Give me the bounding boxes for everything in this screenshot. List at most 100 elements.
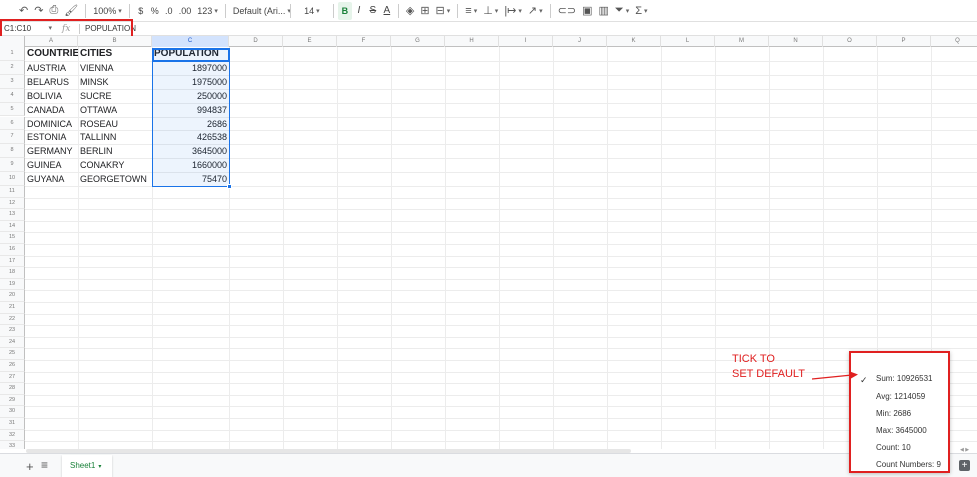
table-cell[interactable]: 426538 (154, 130, 229, 144)
row-header-6[interactable]: 6 (0, 116, 25, 131)
table-cell[interactable]: OTTAWA (80, 103, 152, 117)
row-header-23[interactable]: 23 (0, 325, 25, 337)
vertical-align-icon[interactable]: ⊥ (480, 2, 501, 20)
horizontal-align-icon[interactable]: ≡ (462, 2, 480, 20)
table-cell[interactable]: 994837 (154, 103, 229, 117)
row-header-10[interactable]: 10 (0, 172, 25, 186)
row-header-11[interactable]: 11 (0, 186, 25, 198)
row-header-17[interactable]: 17 (0, 255, 25, 268)
functions-icon[interactable]: Σ (632, 2, 650, 20)
fill-color-icon[interactable]: ◈ (403, 2, 417, 20)
all-sheets-button[interactable]: ≡ (41, 458, 48, 472)
row-header-8[interactable]: 8 (0, 144, 25, 159)
row-header-15[interactable]: 15 (0, 232, 25, 244)
table-cell[interactable]: 2686 (154, 117, 229, 131)
table-cell[interactable]: TALLINN (80, 130, 152, 144)
table-cell[interactable]: GUYANA (27, 172, 78, 186)
row-header-27[interactable]: 27 (0, 371, 25, 384)
column-header-g[interactable]: G (391, 36, 445, 47)
table-cell[interactable]: VIENNA (80, 61, 152, 75)
stat-avg[interactable]: Avg: 1214059 (876, 392, 925, 401)
insert-chart-icon[interactable]: ▥ (595, 2, 611, 20)
row-header-26[interactable]: 26 (0, 360, 25, 372)
row-header-19[interactable]: 19 (0, 278, 25, 291)
row-header-18[interactable]: 18 (0, 267, 25, 279)
row-header-30[interactable]: 30 (0, 406, 25, 418)
table-cell[interactable]: BERLIN (80, 144, 152, 158)
table-cell[interactable]: 75470 (154, 172, 229, 186)
header-cell[interactable]: CITIES (80, 47, 152, 61)
currency-format-button[interactable]: $ (134, 2, 148, 20)
select-all-corner[interactable] (0, 36, 25, 47)
row-header-1[interactable]: 1 (0, 47, 25, 61)
row-header-20[interactable]: 20 (0, 290, 25, 302)
text-wrap-icon[interactable]: |↦ (501, 2, 525, 20)
table-cell[interactable]: AUSTRIA (27, 61, 78, 75)
column-header-p[interactable]: P (877, 36, 931, 47)
increase-decimal-button[interactable]: .00 (176, 2, 195, 20)
header-cell[interactable]: COUNTRIES (27, 47, 78, 61)
column-header-o[interactable]: O (823, 36, 877, 47)
row-header-7[interactable]: 7 (0, 130, 25, 145)
row-header-21[interactable]: 21 (0, 302, 25, 314)
table-cell[interactable]: 3645000 (154, 144, 229, 158)
table-cell[interactable]: CANADA (27, 103, 78, 117)
undo-icon[interactable]: ↶ (16, 2, 31, 20)
zoom-select[interactable]: 100% (90, 2, 125, 20)
row-header-22[interactable]: 22 (0, 313, 25, 326)
column-header-n[interactable]: N (769, 36, 823, 47)
italic-button[interactable]: I (352, 2, 366, 20)
column-header-l[interactable]: L (661, 36, 715, 47)
column-header-c[interactable]: C (152, 36, 229, 47)
row-header-33[interactable]: 33 (0, 441, 25, 449)
paint-format-icon[interactable]: 🖌︎ (61, 2, 81, 20)
decrease-decimal-button[interactable]: .0 (162, 2, 176, 20)
spreadsheet-grid[interactable]: ABCDEFGHIJKLMNOPQ 1 2 3 4 5 6 7 8 9 10 11 12 13 14 15 1… (0, 36, 977, 449)
column-header-i[interactable]: I (499, 36, 553, 47)
font-select[interactable]: Default (Ari... (230, 2, 286, 20)
text-rotation-icon[interactable]: ↗ (525, 2, 546, 20)
table-cell[interactable]: 1660000 (154, 158, 229, 172)
row-header-13[interactable]: 13 (0, 209, 25, 221)
row-header-28[interactable]: 28 (0, 383, 25, 395)
column-header-a[interactable]: A (25, 36, 78, 47)
row-header-4[interactable]: 4 (0, 88, 25, 103)
add-sheet-button[interactable]: + (26, 459, 34, 474)
filter-icon[interactable]: ⏷ (612, 2, 632, 20)
sheet-tab-sheet1[interactable]: Sheet1 ▾ (62, 455, 112, 477)
row-header-14[interactable]: 14 (0, 220, 25, 233)
row-header-24[interactable]: 24 (0, 336, 25, 349)
table-cell[interactable]: ESTONIA (27, 130, 78, 144)
column-header-d[interactable]: D (229, 36, 283, 47)
row-header-2[interactable]: 2 (0, 60, 25, 75)
table-cell[interactable]: 250000 (154, 89, 229, 103)
table-cell[interactable]: BELARUS (27, 75, 78, 89)
header-cell[interactable]: POPULATION (154, 47, 229, 61)
row-header-12[interactable]: 12 (0, 197, 25, 210)
table-cell[interactable]: 1897000 (154, 61, 229, 75)
percent-format-button[interactable]: % (148, 2, 162, 20)
row-header-29[interactable]: 29 (0, 394, 25, 407)
stat-max[interactable]: Max: 3645000 (876, 426, 927, 435)
bold-button[interactable]: B (337, 1, 352, 20)
explore-icon[interactable]: + (959, 460, 970, 471)
name-box[interactable]: C1:C10 ▾ (2, 23, 54, 35)
stat-min[interactable]: Min: 2686 (876, 409, 911, 418)
fill-handle[interactable] (227, 184, 232, 189)
font-size-select[interactable]: 14 (295, 2, 329, 20)
column-header-e[interactable]: E (283, 36, 337, 47)
table-cell[interactable]: GEORGETOWN (80, 172, 152, 186)
row-header-16[interactable]: 16 (0, 244, 25, 256)
column-header-h[interactable]: H (445, 36, 499, 47)
row-header-32[interactable]: 32 (0, 429, 25, 442)
strikethrough-button[interactable]: S (366, 2, 380, 20)
text-color-button[interactable]: A (380, 2, 394, 20)
stat-count[interactable]: Count: 10 (876, 443, 911, 452)
table-cell[interactable]: GERMANY (27, 144, 78, 158)
table-cell[interactable]: 1975000 (154, 75, 229, 89)
row-header-31[interactable]: 31 (0, 418, 25, 430)
row-header-9[interactable]: 9 (0, 158, 25, 173)
row-header-3[interactable]: 3 (0, 74, 25, 89)
insert-comment-icon[interactable]: ▣ (579, 2, 595, 20)
stat-count-numbers[interactable]: Count Numbers: 9 (876, 460, 941, 469)
